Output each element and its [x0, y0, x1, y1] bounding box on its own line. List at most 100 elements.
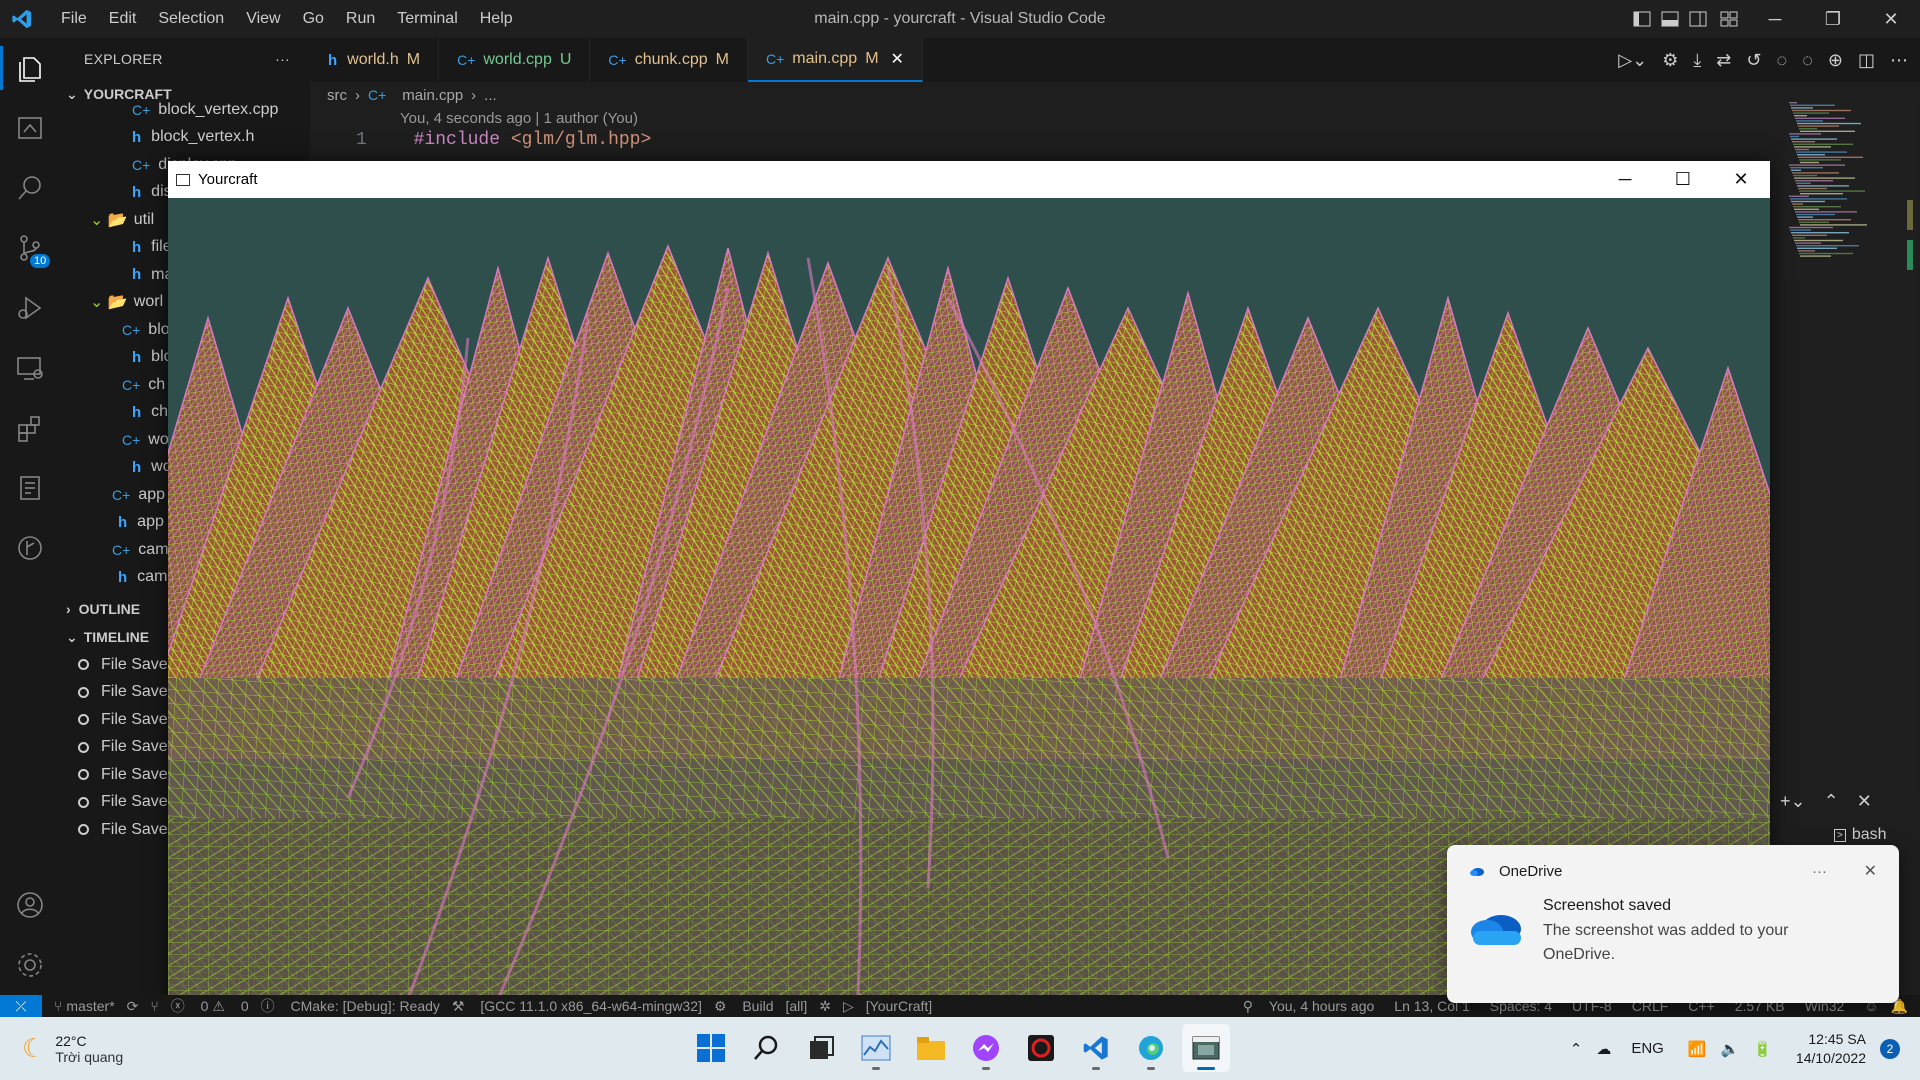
garena-app[interactable]: [1017, 1024, 1065, 1072]
launch-target[interactable]: [YourCraft]: [866, 998, 932, 1014]
search-activity[interactable]: [0, 158, 60, 218]
extensions-activity[interactable]: [0, 398, 60, 458]
cmake-kit[interactable]: ⚒ [GCC 11.1.0 x86_64-w64-mingw32]: [452, 998, 702, 1015]
menu-run[interactable]: Run: [335, 10, 386, 28]
toast-close-button[interactable]: ✕: [1864, 861, 1877, 881]
tab-world-h[interactable]: h world.h M: [310, 38, 440, 82]
battery-icon[interactable]: 🔋: [1753, 1040, 1772, 1058]
explorer-activity[interactable]: [0, 38, 60, 98]
yourcraft-maximize-button[interactable]: ☐: [1654, 161, 1712, 198]
menu-edit[interactable]: Edit: [98, 10, 148, 28]
testing-activity[interactable]: [0, 458, 60, 518]
search-button[interactable]: [742, 1024, 790, 1072]
terminal-tab[interactable]: > bash: [1834, 826, 1887, 844]
toggle-sidebar-icon[interactable]: [1628, 0, 1656, 38]
breadcrumb-src[interactable]: src: [327, 87, 347, 104]
git-graph-activity[interactable]: [0, 518, 60, 578]
tab-label: world.cpp: [483, 51, 552, 68]
menu-selection[interactable]: Selection: [147, 10, 235, 28]
chart-app-icon: [861, 1035, 891, 1061]
tab-main-cpp[interactable]: C+ main.cpp M ✕: [747, 38, 923, 82]
git-branch[interactable]: master*: [66, 998, 114, 1014]
tab-label: main.cpp: [792, 50, 858, 67]
tab-label: world.h: [347, 51, 399, 68]
run-code-icon[interactable]: ▷⌄: [1618, 50, 1647, 71]
run-debug-activity[interactable]: [0, 278, 60, 338]
menu-help[interactable]: Help: [469, 10, 524, 28]
cpp-file-icon: C+: [457, 52, 476, 68]
clock[interactable]: 12:45 SA 14/10/2022: [1796, 1030, 1866, 1068]
tab-world-cpp[interactable]: C+ world.cpp U: [439, 38, 591, 82]
build-target[interactable]: [all]: [785, 998, 807, 1014]
more-icon[interactable]: ⋯: [1890, 50, 1908, 71]
minimap[interactable]: [1785, 100, 1905, 280]
revert-icon[interactable]: ↺: [1746, 50, 1761, 71]
yourcraft-app[interactable]: [1182, 1024, 1230, 1072]
file-explorer-app[interactable]: [907, 1024, 955, 1072]
messenger-app[interactable]: [962, 1024, 1010, 1072]
breadcrumb-file[interactable]: main.cpp: [402, 87, 463, 104]
launch-icon[interactable]: ▷: [843, 998, 854, 1015]
close-tab-icon[interactable]: ✕: [891, 49, 904, 69]
menu-view[interactable]: View: [235, 10, 291, 28]
close-panel-icon[interactable]: ✕: [1857, 791, 1872, 812]
yourcraft-close-button[interactable]: ✕: [1712, 161, 1770, 198]
new-terminal-icon[interactable]: +⌄: [1780, 791, 1806, 812]
remote-activity[interactable]: [0, 338, 60, 398]
vscode-app[interactable]: [1072, 1024, 1120, 1072]
onedrive-tray-icon[interactable]: ☁: [1596, 1040, 1611, 1058]
volume-icon[interactable]: 🔈: [1721, 1040, 1740, 1058]
close-button[interactable]: ✕: [1862, 0, 1920, 38]
customize-layout-icon[interactable]: [1712, 0, 1746, 38]
build-button[interactable]: ⚙ Build: [714, 998, 774, 1015]
onedrive-toast[interactable]: OneDrive ··· ✕ Screenshot saved The scre…: [1447, 845, 1899, 1003]
download-icon[interactable]: ⤓: [1693, 50, 1701, 71]
minimap-line: [1790, 167, 1823, 169]
show-hidden-icons-icon[interactable]: ⌃: [1570, 1040, 1583, 1058]
code-line-1[interactable]: 1 #include <glm/glm.hpp>: [356, 130, 651, 150]
manage-activity[interactable]: [0, 935, 60, 995]
git-graph-status-icon[interactable]: ⑂: [150, 998, 158, 1014]
more-actions-icon[interactable]: ···: [275, 51, 290, 67]
settings-icon[interactable]: ⚙: [1662, 50, 1678, 71]
tab-chunk-cpp[interactable]: C+ chunk.cpp M: [590, 38, 748, 82]
notification-badge[interactable]: 2: [1880, 1038, 1900, 1059]
toggle-secondary-sidebar-icon[interactable]: [1684, 0, 1712, 38]
circle-icon: [78, 686, 89, 698]
menu-file[interactable]: File: [50, 10, 98, 28]
toggle-panel-icon[interactable]: [1656, 0, 1684, 38]
sync-icon[interactable]: ⟳: [127, 998, 139, 1015]
split-editor-icon[interactable]: ◫: [1858, 50, 1875, 71]
debug-icon[interactable]: ✲: [819, 998, 831, 1015]
timeline-icon[interactable]: ⊕: [1828, 50, 1843, 71]
input-language[interactable]: ENG: [1631, 1040, 1664, 1057]
edge-app[interactable]: [1127, 1024, 1175, 1072]
file-tree-item[interactable]: h block_vertex.h: [60, 124, 310, 152]
resource-monitor-app[interactable]: [852, 1024, 900, 1072]
restore-button[interactable]: ❐: [1804, 0, 1862, 38]
breadcrumb-symbol[interactable]: ...: [484, 87, 497, 104]
maximize-panel-icon[interactable]: ⌃: [1824, 791, 1839, 812]
timeline-label: File Saved: [101, 683, 177, 701]
weather-widget[interactable]: ☾ 22°C Trời quang: [22, 1033, 222, 1065]
minimize-button[interactable]: ─: [1746, 0, 1804, 38]
remote-indicator[interactable]: ⤫: [0, 995, 42, 1017]
toast-more-button[interactable]: ···: [1812, 863, 1827, 880]
previous-change-icon[interactable]: ◌: [1776, 50, 1787, 71]
source-control-activity[interactable]: 10: [0, 218, 60, 278]
next-change-icon[interactable]: ◌: [1802, 50, 1813, 71]
editor-scrollbar[interactable]: [1905, 100, 1917, 790]
git-blame-codelens[interactable]: You, 4 seconds ago | 1 author (You): [400, 110, 638, 127]
menu-go[interactable]: Go: [292, 10, 335, 28]
yourcraft-minimize-button[interactable]: ─: [1596, 161, 1654, 198]
menu-terminal[interactable]: Terminal: [386, 10, 468, 28]
wifi-icon[interactable]: 📶: [1688, 1040, 1707, 1058]
accounts-activity[interactable]: [0, 875, 60, 935]
blame-status[interactable]: ⚲ You, 4 hours ago: [1243, 998, 1375, 1015]
cmake-status[interactable]: ⓘ CMake: [Debug]: Ready: [261, 996, 440, 1016]
start-button[interactable]: [687, 1024, 735, 1072]
problems-indicator[interactable]: ⓧ 0 ⚠ 0: [171, 996, 249, 1016]
task-view-button[interactable]: [797, 1024, 845, 1072]
compare-icon[interactable]: ⇄: [1716, 50, 1731, 71]
remote-explorer-activity[interactable]: [0, 98, 60, 158]
